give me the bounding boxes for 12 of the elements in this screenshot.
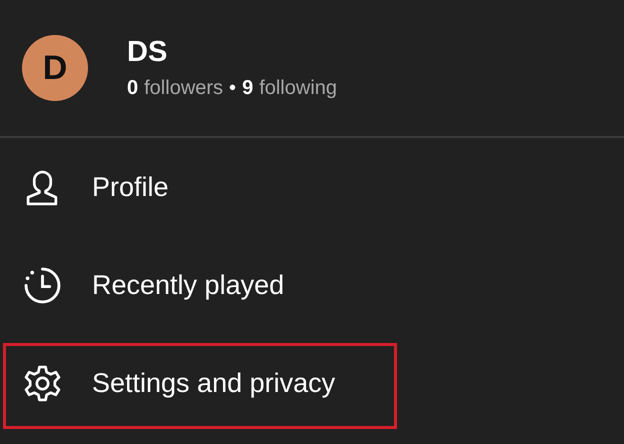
followers-label: followers	[144, 77, 224, 100]
settings-icon	[24, 364, 61, 402]
following-count: 9	[242, 77, 254, 100]
menu-item[interactable]: Settings and privacy	[92, 368, 336, 398]
following-label: following	[259, 77, 338, 100]
menu-item[interactable]: Profile	[92, 172, 169, 202]
avatar[interactable]: D	[22, 35, 88, 101]
user-name: DS	[127, 36, 168, 69]
followers-count: 0	[127, 77, 138, 100]
clock-icon	[24, 266, 61, 304]
menu-item[interactable]: Recently played	[92, 270, 284, 300]
separator: •	[229, 77, 236, 100]
